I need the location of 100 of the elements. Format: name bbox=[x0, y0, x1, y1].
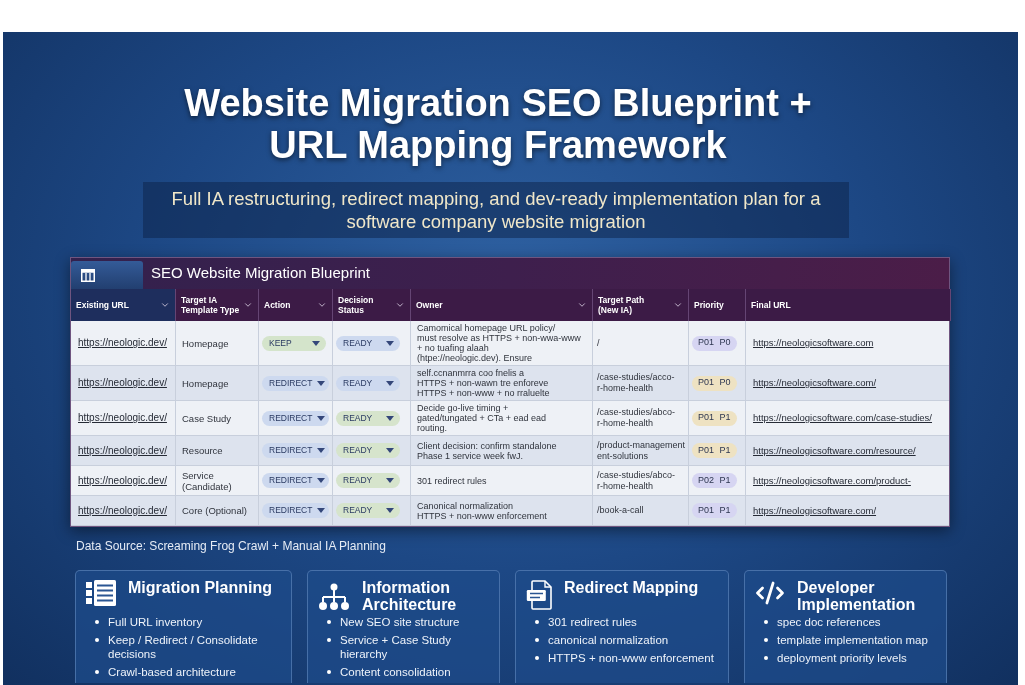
caret-down-icon bbox=[317, 448, 326, 453]
status-dropdown[interactable]: READY bbox=[336, 375, 400, 391]
bullet-icon bbox=[95, 638, 99, 642]
status-dropdown[interactable]: READY bbox=[336, 473, 400, 488]
url-link[interactable]: https://neologicsoftware.com/product- bbox=[753, 474, 911, 487]
table-view-tab[interactable] bbox=[71, 261, 143, 289]
caret-down-icon bbox=[317, 478, 326, 483]
bullet-icon bbox=[764, 656, 768, 660]
url-link[interactable]: https://neologicsoftware.com/case-studies/ bbox=[753, 412, 932, 424]
priority-badge: P01 P1 bbox=[692, 410, 737, 426]
list-item: Crawl-based architecture bbox=[108, 665, 236, 679]
column-header[interactable]: Priority bbox=[689, 289, 746, 321]
table-cell: Service (Candidate) bbox=[176, 466, 259, 495]
column-header[interactable]: Final URL bbox=[746, 289, 951, 321]
url-link[interactable]: https://neologicsoftware.com/ bbox=[753, 504, 877, 517]
list-item: Content consolidation bbox=[340, 665, 451, 679]
column-header[interactable]: Decision Status bbox=[333, 289, 411, 321]
bullet-icon bbox=[327, 620, 331, 624]
caret-down-icon bbox=[317, 508, 326, 513]
action-dropdown[interactable]: REDIRECT bbox=[262, 443, 329, 458]
table-cell: /case-studies/abco- r-home-health bbox=[593, 401, 689, 435]
table-cell: Homepage bbox=[176, 366, 259, 400]
sitemap-icon bbox=[318, 583, 350, 611]
subtitle: Full IA restructuring, redirect mapping, and dev-ready implementation plan for a software company website migration bbox=[170, 187, 822, 233]
list-item: Service + Case Study hierarchy bbox=[340, 633, 452, 661]
action-dropdown[interactable]: REDIRECT bbox=[262, 473, 329, 488]
bullet-icon bbox=[95, 620, 99, 624]
url-link[interactable]: https://neologicsoftware.com/ bbox=[753, 377, 877, 389]
url-link[interactable]: https://neologic.dev/ bbox=[78, 504, 167, 517]
column-header[interactable]: Target IA Template Type bbox=[176, 289, 259, 321]
caret-down-icon bbox=[386, 415, 394, 421]
bullet-icon bbox=[764, 638, 768, 642]
list-item: deployment priority levels bbox=[777, 651, 907, 665]
action-dropdown[interactable]: REDIRECT bbox=[262, 410, 329, 426]
url-link[interactable]: https://neologic.dev/ bbox=[78, 444, 167, 457]
list-icon bbox=[86, 580, 116, 606]
priority-badge: P01 P0 bbox=[692, 335, 737, 351]
table-cell: self.ccnanmrra coo fnelis a HTTPS + non-wawn tre enforeve HTTPS + non-www + no rraluelte bbox=[411, 366, 593, 400]
list-item: spec doc references bbox=[777, 615, 881, 629]
table-title: SEO Website Migration Blueprint bbox=[151, 263, 370, 284]
document-icon bbox=[526, 580, 552, 610]
url-link[interactable]: https://neologic.dev/ bbox=[78, 337, 167, 349]
table-cell: /case-studies/abco- r-home-health bbox=[593, 466, 689, 495]
column-header[interactable]: Owner bbox=[411, 289, 593, 321]
column-header[interactable]: Existing URL bbox=[71, 289, 176, 321]
table-cell: Camomical homepage URL policy/ must resolve as HTTPS + non-wwa-www + no tuafing alaah (htpe://neologic.dev). Ensure bbox=[411, 321, 593, 365]
card-title: Developer Implementation bbox=[797, 579, 917, 613]
priority-badge: P01 P1 bbox=[692, 503, 737, 518]
action-dropdown[interactable]: REDIRECT bbox=[262, 503, 329, 518]
list-item: HTTPS + non-www enforcement bbox=[548, 651, 714, 665]
list-item: Full URL inventory bbox=[108, 615, 203, 629]
priority-badge: P01 P0 bbox=[692, 375, 737, 391]
table-cell: Client decision: confirm standalone Phase 1 service week fwJ. bbox=[411, 436, 593, 465]
table-cell: Decide go-live timing + gated/tungated + CTa + ead ead routing. bbox=[411, 401, 593, 435]
card-title: Redirect Mapping bbox=[564, 579, 699, 596]
bullet-icon bbox=[535, 620, 539, 624]
table-cell: 301 redirect rules bbox=[411, 466, 593, 495]
caret-down-icon bbox=[386, 340, 394, 346]
caret-down-icon bbox=[317, 415, 326, 421]
page-title: Website Migration SEO Blueprint + URL Mapping Framework bbox=[183, 82, 813, 166]
list-item: template implementation map bbox=[777, 633, 928, 647]
status-dropdown[interactable]: READY bbox=[336, 503, 400, 518]
table-cell: /product-management ent-solutions bbox=[593, 436, 689, 465]
list-item: 301 redirect rules bbox=[548, 615, 637, 629]
url-link[interactable]: https://neologicsoftware.com bbox=[753, 337, 874, 349]
bullet-icon bbox=[764, 620, 768, 624]
url-link[interactable]: https://neologic.dev/ bbox=[78, 377, 167, 389]
table-cell: Resource bbox=[176, 436, 259, 465]
table-icon bbox=[81, 268, 95, 282]
caret-down-icon bbox=[312, 340, 320, 346]
priority-badge: P01 P1 bbox=[692, 443, 737, 458]
url-link[interactable]: https://neologic.dev/ bbox=[78, 474, 167, 487]
card-title: Information Architecture bbox=[362, 579, 458, 613]
bullet-icon bbox=[535, 656, 539, 660]
caret-down-icon bbox=[317, 380, 326, 386]
caret-down-icon bbox=[386, 508, 394, 513]
card-title: Migration Planning bbox=[128, 579, 272, 596]
caret-down-icon bbox=[386, 380, 394, 386]
status-dropdown[interactable]: READY bbox=[336, 335, 400, 351]
bullet-icon bbox=[535, 638, 539, 642]
list-item: New SEO site structure bbox=[340, 615, 460, 629]
bullet-icon bbox=[95, 670, 99, 674]
action-dropdown[interactable]: KEEP bbox=[262, 335, 326, 351]
column-header[interactable]: Action bbox=[259, 289, 333, 321]
table-cell: Homepage bbox=[176, 321, 259, 365]
column-header[interactable]: Target Path (New IA) bbox=[593, 289, 689, 321]
caret-down-icon bbox=[386, 448, 394, 453]
priority-badge: P02 P1 bbox=[692, 473, 737, 488]
url-link[interactable]: https://neologicsoftware.com/resource/ bbox=[753, 444, 916, 457]
list-item: Keep / Redirect / Consolidate decisions bbox=[108, 633, 259, 661]
action-dropdown[interactable]: REDIRECT bbox=[262, 375, 329, 391]
table-cell: /case-studies/acco- r-home-health bbox=[593, 366, 689, 400]
status-dropdown[interactable]: READY bbox=[336, 410, 400, 426]
bullet-icon bbox=[327, 638, 331, 642]
table-cell: /book-a-call bbox=[593, 496, 689, 525]
url-link[interactable]: https://neologic.dev/ bbox=[78, 412, 167, 424]
data-source-note: Data Source: Screaming Frog Crawl + Manual IA Planning bbox=[76, 538, 386, 554]
table-cell: / bbox=[593, 321, 689, 365]
table-cell: Canonical normalization HTTPS + non-www enforcement bbox=[411, 496, 593, 525]
status-dropdown[interactable]: READY bbox=[336, 443, 400, 458]
